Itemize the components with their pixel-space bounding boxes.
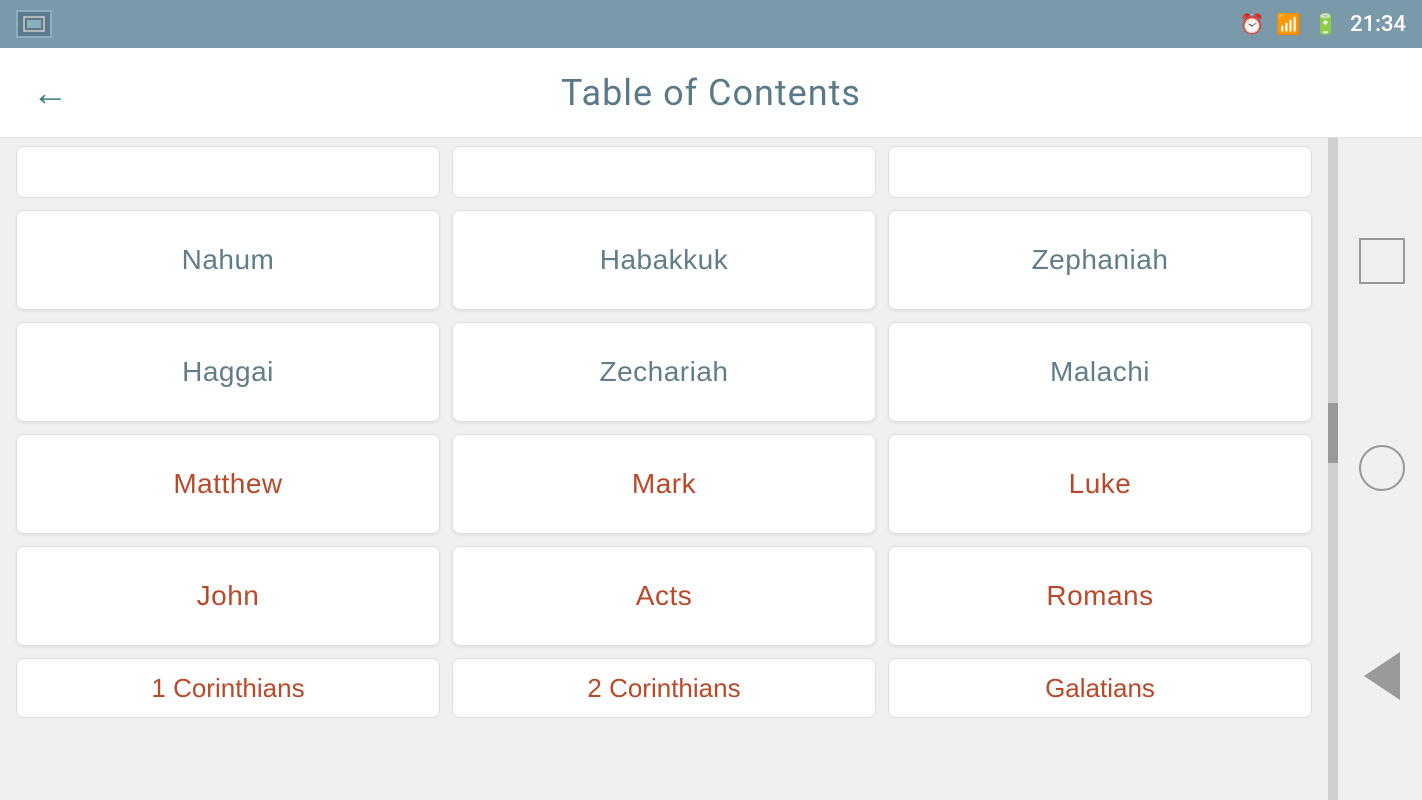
circle-button[interactable] <box>1359 445 1405 491</box>
app-bar: ← Table of Contents <box>0 48 1422 138</box>
battery-icon: 🔋 <box>1313 12 1338 36</box>
book-grid: Nahum Habakkuk Zephaniah Haggai Zecharia… <box>16 210 1312 646</box>
scrollbar-thumb[interactable] <box>1328 403 1338 463</box>
book-btn-2corinthians[interactable]: 2 Corinthians <box>452 658 876 718</box>
square-button[interactable] <box>1359 238 1405 284</box>
partial-btn-3 <box>888 146 1312 198</box>
book-btn-nahum[interactable]: Nahum <box>16 210 440 310</box>
status-bar: ⏰ 📶 🔋 21:34 <box>0 0 1422 48</box>
top-partial-row <box>16 146 1312 198</box>
status-bar-right: ⏰ 📶 🔋 21:34 <box>1239 12 1406 37</box>
book-btn-zechariah[interactable]: Zechariah <box>452 322 876 422</box>
partial-btn-1 <box>16 146 440 198</box>
book-btn-1corinthians[interactable]: 1 Corinthians <box>16 658 440 718</box>
book-btn-mark[interactable]: Mark <box>452 434 876 534</box>
back-button[interactable]: ← <box>32 75 68 111</box>
book-btn-acts[interactable]: Acts <box>452 546 876 646</box>
book-btn-habakkuk[interactable]: Habakkuk <box>452 210 876 310</box>
book-btn-galatians[interactable]: Galatians <box>888 658 1312 718</box>
signal-icon: 📶 <box>1276 12 1301 36</box>
book-btn-matthew[interactable]: Matthew <box>16 434 440 534</box>
status-bar-left <box>16 10 52 38</box>
bottom-partial-row: 1 Corinthians 2 Corinthians Galatians <box>16 658 1312 718</box>
book-btn-luke[interactable]: Luke <box>888 434 1312 534</box>
main-content: Nahum Habakkuk Zephaniah Haggai Zecharia… <box>0 138 1422 800</box>
alarm-icon: ⏰ <box>1239 12 1264 36</box>
book-btn-haggai[interactable]: Haggai <box>16 322 440 422</box>
back-triangle-button[interactable] <box>1364 652 1400 700</box>
book-btn-malachi[interactable]: Malachi <box>888 322 1312 422</box>
book-btn-zephaniah[interactable]: Zephaniah <box>888 210 1312 310</box>
page-title: Table of Contents <box>561 72 861 114</box>
app-icon <box>16 10 52 38</box>
right-controls <box>1342 138 1422 800</box>
book-grid-area: Nahum Habakkuk Zephaniah Haggai Zecharia… <box>0 138 1328 800</box>
partial-btn-2 <box>452 146 876 198</box>
status-time: 21:34 <box>1350 12 1406 37</box>
scrollbar[interactable] <box>1328 138 1338 800</box>
book-btn-john[interactable]: John <box>16 546 440 646</box>
book-btn-romans[interactable]: Romans <box>888 546 1312 646</box>
